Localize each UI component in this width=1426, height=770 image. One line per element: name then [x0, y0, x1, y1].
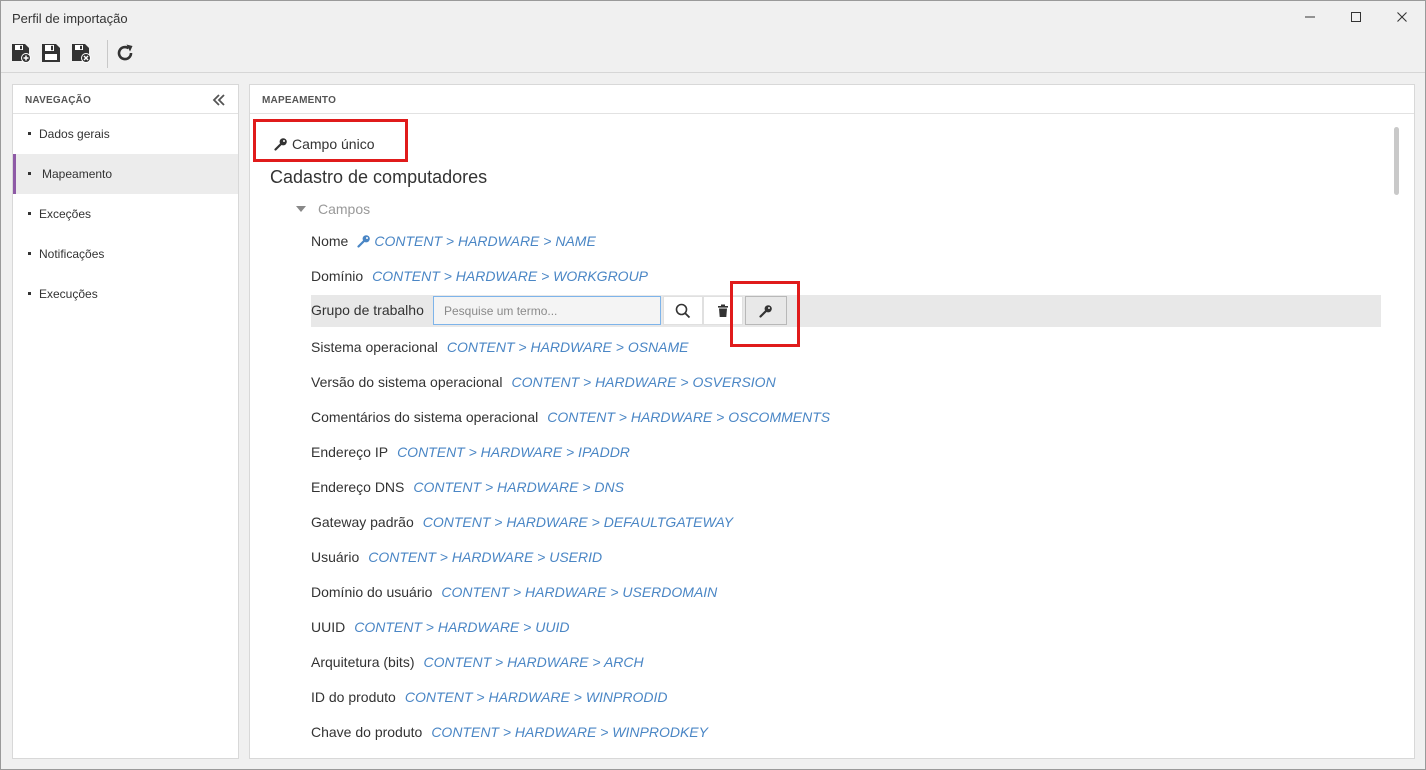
field-row: Comentários do sistema operacional CONTE… [311, 407, 830, 427]
mapping-panel: MAPEAMENTO Campo único Cadastro de compu… [249, 84, 1415, 759]
field-row: UUID CONTENT > HARDWARE > UUID [311, 617, 569, 637]
app-window: Perfil de importação NAVEGAÇÃO Dados ger… [0, 0, 1426, 770]
nav-item-label: Mapeamento [42, 167, 113, 181]
save-close-button[interactable] [68, 41, 94, 65]
toolbar [1, 35, 1425, 73]
field-path-link[interactable]: CONTENT > HARDWARE > OSVERSION [511, 374, 775, 390]
search-input[interactable] [433, 296, 661, 325]
field-path-link[interactable]: CONTENT > HARDWARE > NAME [357, 233, 596, 249]
field-label: Usuário [311, 549, 360, 565]
close-icon [1397, 12, 1407, 22]
minimize-icon [1305, 16, 1315, 18]
field-path: CONTENT > HARDWARE > NAME [374, 233, 596, 249]
fields-group-label: Campos [318, 201, 371, 217]
field-path-link[interactable]: CONTENT > HARDWARE > USERID [368, 549, 602, 565]
field-label: Grupo de trabalho [311, 302, 424, 318]
trash-icon [718, 304, 728, 317]
field-label: Domínio do usuário [311, 584, 433, 600]
bullet-icon [28, 252, 31, 255]
field-label: Nome [311, 233, 349, 249]
field-row: ID do produto CONTENT > HARDWARE > WINPR… [311, 687, 668, 707]
save-close-icon [72, 44, 91, 63]
field-row-editing: Grupo de trabalho [311, 295, 1381, 327]
bullet-icon [28, 292, 31, 295]
nav-item-execucoes[interactable]: Execuções [13, 274, 238, 314]
save-button[interactable] [38, 41, 64, 65]
field-row: Endereço DNS CONTENT > HARDWARE > DNS [311, 477, 624, 497]
field-label: Chave do produto [311, 724, 423, 740]
field-label: Endereço IP [311, 444, 389, 460]
save-new-icon [12, 44, 31, 63]
field-label: Arquitetura (bits) [311, 654, 415, 670]
nav-item-notificacoes[interactable]: Notificações [13, 234, 238, 274]
field-path-link[interactable]: CONTENT > HARDWARE > IPADDR [397, 444, 630, 460]
field-row: Endereço IP CONTENT > HARDWARE > IPADDR [311, 442, 630, 462]
bullet-icon [28, 132, 31, 135]
field-row: Sistema operacional CONTENT > HARDWARE >… [311, 337, 689, 357]
key-icon [357, 235, 371, 248]
nav-item-mapeamento[interactable]: Mapeamento [13, 154, 238, 194]
collapse-icon[interactable] [211, 92, 227, 108]
save-new-button[interactable] [8, 41, 34, 65]
navigation-panel: NAVEGAÇÃO Dados gerais Mapeamento Exceçõ… [12, 84, 239, 759]
field-label: Gateway padrão [311, 514, 414, 530]
field-row: Gateway padrão CONTENT > HARDWARE > DEFA… [311, 512, 733, 532]
field-row: Domínio CONTENT > HARDWARE > WORKGROUP [311, 266, 648, 286]
nav-item-label: Exceções [39, 207, 92, 221]
fields-group-toggle[interactable]: Campos [296, 201, 370, 217]
field-path-link[interactable]: CONTENT > HARDWARE > OSCOMMENTS [547, 409, 830, 425]
title-bar: Perfil de importação [1, 1, 1425, 35]
field-row: Nome CONTENT > HARDWARE > NAME [311, 231, 596, 251]
nav-item-excecoes[interactable]: Exceções [13, 194, 238, 234]
field-path-link[interactable]: CONTENT > HARDWARE > WINPRODID [405, 689, 668, 705]
field-label: Endereço DNS [311, 479, 405, 495]
field-path-link[interactable]: CONTENT > HARDWARE > UUID [354, 619, 569, 635]
search-icon [675, 303, 691, 318]
nav-item-label: Notificações [39, 247, 105, 261]
field-label: Domínio [311, 268, 364, 284]
minimize-button[interactable] [1287, 1, 1333, 33]
field-path-link[interactable]: CONTENT > HARDWARE > WORKGROUP [372, 268, 648, 284]
section-title: Cadastro de computadores [270, 167, 488, 187]
nav-item-dados-gerais[interactable]: Dados gerais [13, 114, 238, 154]
nav-item-label: Execuções [39, 287, 98, 301]
toolbar-separator [107, 40, 108, 68]
navigation-title: NAVEGAÇÃO [25, 95, 92, 106]
field-path-link[interactable]: CONTENT > HARDWARE > ARCH [423, 654, 643, 670]
expand-caret-icon [296, 206, 306, 212]
mapping-header: MAPEAMENTO [250, 85, 1414, 114]
highlight-box-unique-field [253, 119, 408, 162]
field-label: ID do produto [311, 689, 396, 705]
maximize-button[interactable] [1333, 1, 1379, 33]
field-path-link[interactable]: CONTENT > HARDWARE > WINPRODKEY [431, 724, 708, 740]
navigation-header: NAVEGAÇÃO [13, 85, 238, 114]
search-button[interactable] [663, 296, 703, 325]
field-label: Comentários do sistema operacional [311, 409, 539, 425]
field-row: Usuário CONTENT > HARDWARE > USERID [311, 547, 602, 567]
mapping-title: MAPEAMENTO [262, 95, 337, 106]
field-label: UUID [311, 619, 346, 635]
vertical-scrollbar[interactable] [1394, 127, 1399, 195]
highlight-box-key-button [730, 281, 800, 347]
field-path-link[interactable]: CONTENT > HARDWARE > DEFAULTGATEWAY [423, 514, 733, 530]
close-button[interactable] [1379, 1, 1425, 33]
field-row: Arquitetura (bits) CONTENT > HARDWARE > … [311, 652, 644, 672]
field-label: Versão do sistema operacional [311, 374, 503, 390]
refresh-icon [117, 44, 133, 61]
field-path-link[interactable]: CONTENT > HARDWARE > DNS [413, 479, 624, 495]
field-row: Versão do sistema operacional CONTENT > … [311, 372, 776, 392]
field-path-link[interactable]: CONTENT > HARDWARE > OSNAME [447, 339, 689, 355]
window-title: Perfil de importação [12, 11, 128, 26]
maximize-icon [1351, 12, 1361, 22]
refresh-button[interactable] [112, 41, 138, 65]
field-path-link[interactable]: CONTENT > HARDWARE > USERDOMAIN [441, 584, 717, 600]
field-row: Domínio do usuário CONTENT > HARDWARE > … [311, 582, 717, 602]
bullet-icon [28, 172, 31, 175]
field-row: Chave do produto CONTENT > HARDWARE > WI… [311, 722, 708, 742]
field-label: Sistema operacional [311, 339, 438, 355]
bullet-icon [28, 212, 31, 215]
nav-item-label: Dados gerais [39, 127, 110, 141]
save-icon [42, 44, 60, 62]
